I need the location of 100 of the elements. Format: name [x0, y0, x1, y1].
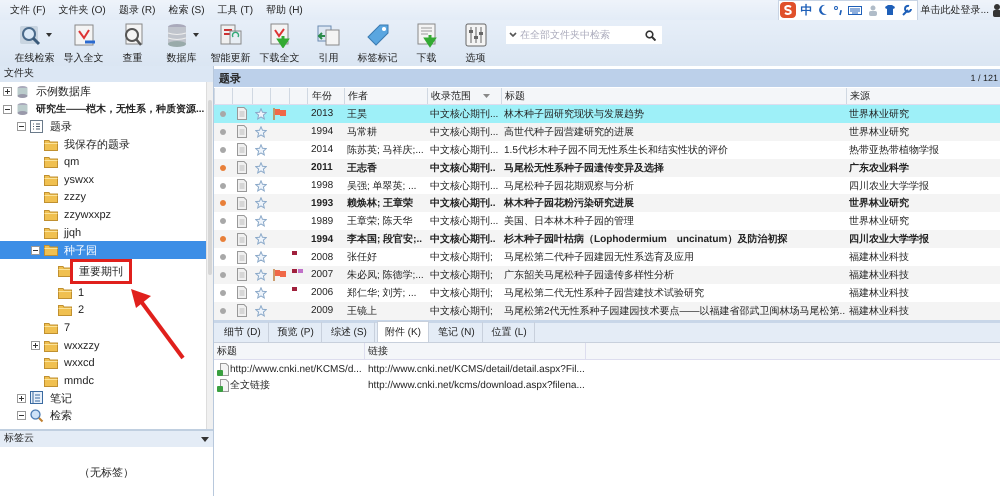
- tree-item[interactable]: zzywxxpz: [0, 206, 206, 224]
- document-icon: [237, 179, 247, 192]
- toolbar-button[interactable]: 查重: [108, 22, 157, 64]
- dropdown-icon: [201, 436, 209, 442]
- collapse-icon[interactable]: [3, 104, 12, 114]
- menu-item[interactable]: 题录 (R): [118, 3, 156, 17]
- table-cell-text: 郑仁华; 刘芳; ...: [346, 286, 418, 301]
- tree-item[interactable]: qm: [0, 153, 206, 171]
- tree-item[interactable]: 2: [0, 302, 206, 320]
- table-row[interactable]: 1989 王章荣; 陈天华 中文核心期刊... 美国、日本林木种子园的管理 世界林业研究: [214, 212, 1000, 230]
- expand-icon[interactable]: [3, 87, 12, 96]
- notes-icon: [30, 391, 44, 406]
- document-icon: [237, 161, 247, 174]
- collapse-icon[interactable]: [31, 246, 40, 255]
- column-header[interactable]: 收录范围: [427, 88, 501, 104]
- collapse-icon[interactable]: [17, 122, 26, 132]
- table-cell-text: 广东农业科学: [848, 161, 910, 176]
- ime-toolbar[interactable]: 中: [778, 0, 918, 20]
- menu-item[interactable]: 文件夹 (O): [58, 3, 106, 17]
- table-row[interactable]: 2006 郑仁华; 刘芳; ... 中文核心期刊; 马尾松第二代无性系种子园营建技术试验研究 福建林业科技: [214, 284, 1000, 302]
- table-cell-text: 世界林业研究: [848, 214, 910, 230]
- search-field[interactable]: 在全部文件夹中检索: [520, 26, 642, 44]
- table-row[interactable]: 2011 王志香 中文核心期刊.. 马尾松无性系种子园遗传变异及选择 广东农业科学: [214, 158, 1000, 177]
- toolbar-button[interactable]: 智能更新: [206, 22, 255, 64]
- column-header[interactable]: 年份: [307, 88, 344, 104]
- column-header[interactable]: 作者: [344, 88, 427, 104]
- toolbar-button[interactable]: 在线检索: [10, 22, 59, 64]
- column-header[interactable]: 标题: [214, 343, 365, 359]
- table-row[interactable]: 1998 吴强; 单翠英; ... 中文核心期刊... 马尾松种子园花期观察与分析 四川农业大学学报: [214, 176, 1000, 194]
- toolbar-button[interactable]: 下载全文: [255, 22, 304, 64]
- attachment-title: 全文链接: [230, 378, 270, 392]
- star-icon: [255, 286, 267, 299]
- table-cell-text: 1993: [310, 196, 334, 211]
- attachment-link: http://www.cnki.net/KCMS/detail/detail.aspx?Fil...: [367, 362, 586, 376]
- menu-item[interactable]: 工具 (T): [218, 3, 254, 17]
- table-cell-text: 世界林业研究: [848, 126, 910, 140]
- column-header[interactable]: 标题: [501, 88, 846, 104]
- star-icon: [255, 197, 267, 210]
- table-cell-text: 福建林业科技: [848, 250, 910, 266]
- table-row[interactable]: 2007 朱必凤; 陈德学;... 中文核心期刊; 广东韶关马尾松种子园遗传多样性分析 福建林业科技: [214, 266, 1000, 284]
- table-row[interactable]: 2013 王昊 中文核心期刊... 林木种子园研究现状与发展趋势 世界林业研究: [214, 105, 1000, 123]
- table-cell-text: 中文核心期刊...: [429, 214, 500, 230]
- tree-item[interactable]: jjqh: [0, 224, 206, 242]
- tab[interactable]: 附件 (K): [376, 321, 429, 342]
- table-cell-text: 四川农业大学学报: [848, 232, 930, 248]
- login-link[interactable]: 单击此处登录...: [920, 3, 989, 17]
- table-cell-text: 马尾松无性系种子园遗传变异及选择: [503, 161, 665, 176]
- tree-item[interactable]: 笔记: [0, 390, 206, 408]
- table-row[interactable]: 1994 李本国; 段官安;.. 中文核心期刊.. 杉木种子园叶枯病（Lophodermium uncinatum）及防治初探 四川农业大学学报: [214, 230, 1000, 248]
- tree-item[interactable]: wxxcd: [0, 354, 206, 372]
- user-icon: [866, 4, 879, 16]
- toolbar-button[interactable]: 选项: [451, 22, 500, 64]
- table-cell-text: 张任好: [346, 250, 378, 266]
- star-icon: [255, 233, 267, 246]
- expand-icon[interactable]: [17, 394, 26, 403]
- tree-item[interactable]: 7: [0, 319, 206, 337]
- tree-item[interactable]: 1: [0, 284, 206, 302]
- database-icon: [16, 102, 30, 116]
- table-row[interactable]: 2008 张任好 中文核心期刊; 马尾松第二代种子园建园无性系选育及应用 福建林业科技: [214, 248, 1000, 266]
- star-icon: [255, 304, 267, 317]
- input-mode-label[interactable]: 中: [800, 2, 813, 18]
- tree-item[interactable]: 检索: [0, 407, 206, 425]
- toolbar-button[interactable]: 数据库: [157, 22, 206, 64]
- menu-item[interactable]: 文件 (F): [10, 3, 46, 17]
- attachment-row[interactable]: 全文链接 http://www.cnki.net/kcms/download.aspx?filena...: [214, 377, 1000, 393]
- tree-item[interactable]: 研究生——桤木，无性系，种质资源...: [0, 100, 206, 118]
- scrollbar[interactable]: [206, 82, 213, 429]
- tree-item[interactable]: 题录: [0, 118, 206, 136]
- menu-item[interactable]: 检索 (S): [168, 3, 205, 17]
- tree-item[interactable]: 示例数据库: [0, 83, 206, 101]
- table-row[interactable]: 1993 赖焕林; 王章荣 中文核心期刊.. 林木种子园花粉污染研究进展 世界林业研究: [214, 194, 1000, 212]
- search-button[interactable]: [642, 26, 662, 44]
- toolbar-button[interactable]: 导入全文: [59, 22, 108, 64]
- tree-item[interactable]: 我保存的题录: [0, 136, 206, 154]
- attachment-row[interactable]: http://www.cnki.net/KCMS/d... http://www.cnki.net/KCMS/detail/detail.aspx?Fil...: [214, 361, 1000, 377]
- table-cell-text: 王章荣; 陈天华: [346, 214, 414, 230]
- toolbar-button[interactable]: 下载: [402, 22, 451, 64]
- collapse-icon[interactable]: [17, 411, 26, 420]
- folder-icon: [44, 190, 58, 204]
- table-cell-text: 林木种子园研究现状与发展趋势: [503, 108, 645, 122]
- scope-dropdown[interactable]: [506, 26, 520, 44]
- table-row[interactable]: 2014 陈苏英; 马祥庆;... 中文核心期刊... 1.5代杉木种子园不同无性系生长和结实性状的评价 热带亚热带植物学报: [214, 140, 1000, 159]
- link-file-icon: [217, 362, 229, 376]
- table-cell-text: 王志香: [346, 162, 378, 176]
- column-header[interactable]: 来源: [846, 88, 1000, 104]
- toolbar-button[interactable]: 引用: [304, 22, 353, 64]
- tree-item[interactable]: zzzy: [0, 188, 206, 206]
- column-header[interactable]: 链接: [365, 343, 586, 359]
- expand-icon[interactable]: [31, 341, 40, 350]
- tree-item[interactable]: yswxx: [0, 170, 206, 189]
- table-row[interactable]: 2009 王镜上 中文核心期刊; 马尾松第2代无性系种子园建园技术要点——以福建省邵武卫闽林场马尾松第...福建林业科技: [214, 302, 1000, 320]
- scrollbar-thumb[interactable]: [208, 100, 212, 275]
- menu-item[interactable]: 帮助 (H): [266, 3, 303, 17]
- tree-item[interactable]: mmdc: [0, 372, 206, 390]
- tree-item[interactable]: 重要期刊: [0, 258, 206, 284]
- table-row[interactable]: 1994 马常耕 中文核心期刊... 高世代种子园营建研究的进展 世界林业研究: [214, 122, 1000, 141]
- toolbar-icon: [462, 22, 488, 48]
- toolbar-button[interactable]: 标签标记: [353, 22, 402, 64]
- punctuation-icon: [832, 4, 843, 16]
- tree-item[interactable]: wxxzzy: [0, 336, 206, 354]
